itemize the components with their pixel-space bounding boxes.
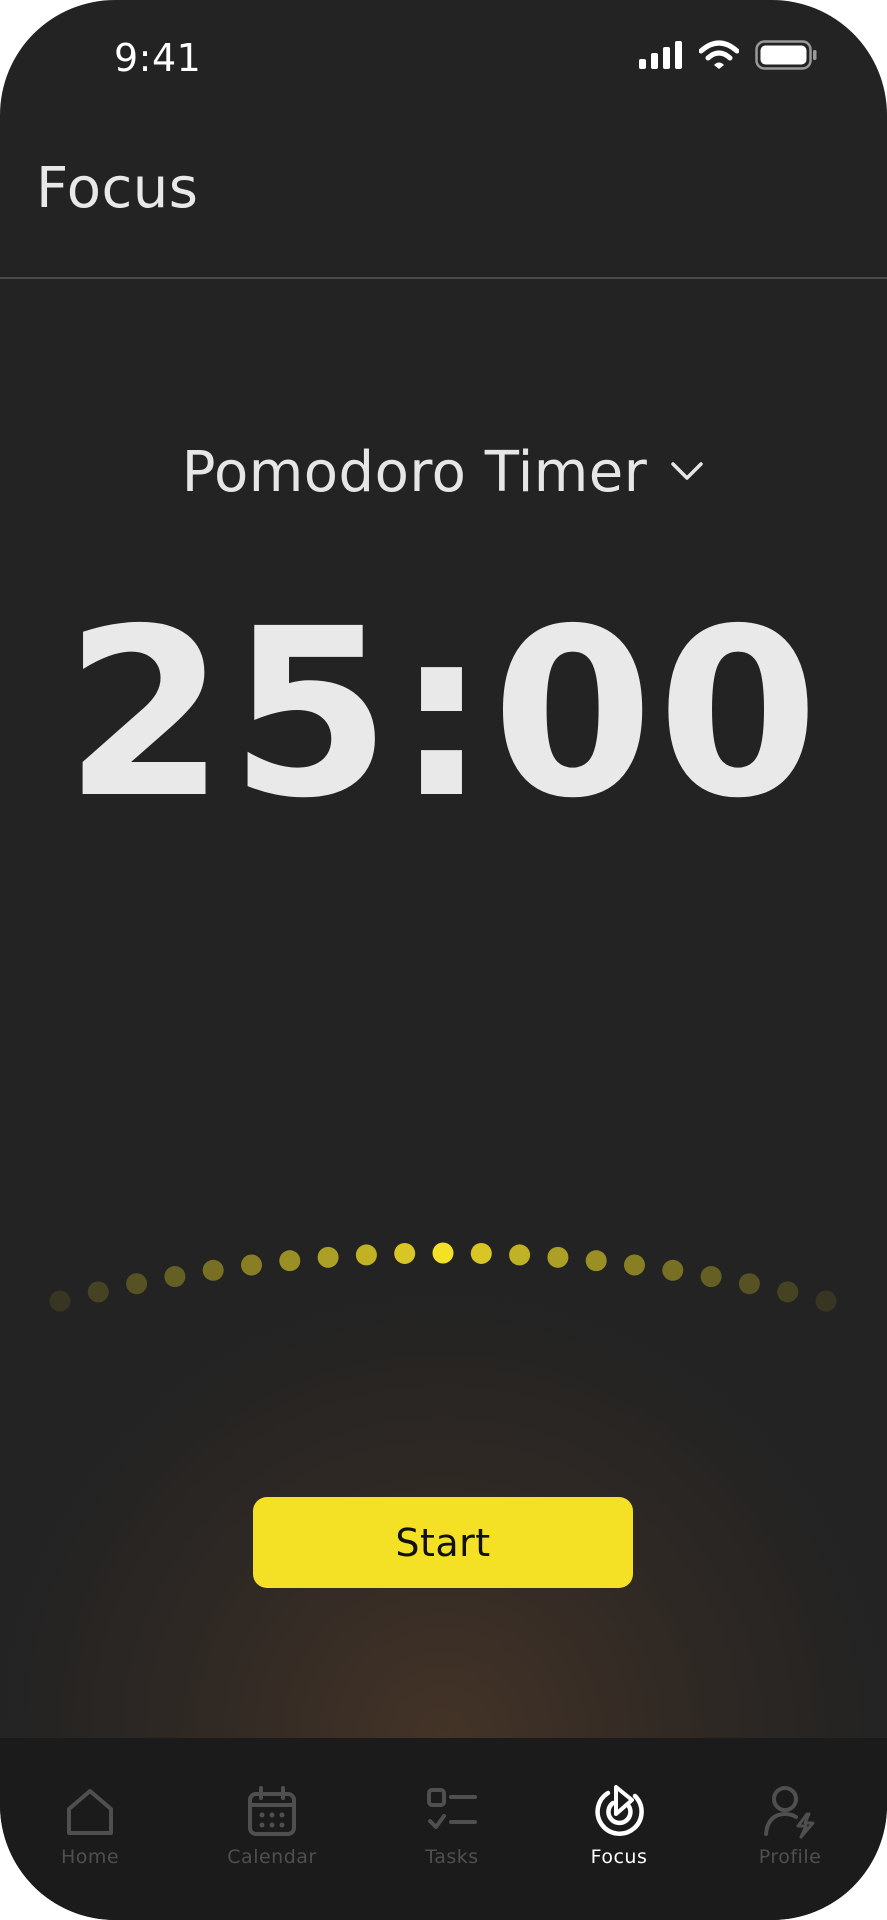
progress-dot: [164, 1266, 186, 1288]
start-button[interactable]: Start: [253, 1497, 633, 1588]
tab-tasks[interactable]: Tasks: [377, 1738, 527, 1878]
chevron-down-icon: [669, 459, 705, 487]
timer-mode-dropdown[interactable]: Pomodoro Timer: [0, 440, 887, 505]
progress-dot: [585, 1250, 607, 1272]
progress-dot: [815, 1290, 837, 1312]
signal-icon: [639, 41, 683, 73]
progress-dot: [241, 1254, 262, 1276]
page-title: Focus: [36, 156, 199, 221]
status-time: 9:41: [114, 36, 202, 80]
focus-icon: [591, 1784, 647, 1840]
tab-focus[interactable]: Focus: [544, 1738, 694, 1878]
progress-dot: [49, 1290, 71, 1312]
progress-dot: [394, 1242, 416, 1264]
calendar-icon: [244, 1784, 300, 1840]
phone-screen: 9:41 Focus Pomodoro Timer 25:00 Start Ho…: [0, 0, 887, 1920]
progress-dot: [202, 1259, 224, 1281]
tasks-icon: [424, 1784, 480, 1840]
progress-dot: [355, 1244, 377, 1266]
tab-home[interactable]: Home: [15, 1738, 165, 1878]
home-icon: [62, 1784, 118, 1840]
timer-mode-label: Pomodoro Timer: [181, 440, 648, 505]
progress-dot: [470, 1242, 492, 1264]
progress-dot: [432, 1242, 454, 1264]
tab-label-profile: Profile: [758, 1846, 822, 1868]
progress-dot: [700, 1266, 722, 1288]
tab-bar: Home Calendar Tasks Focus Profile: [0, 1738, 887, 1920]
background-glow: [0, 0, 887, 1738]
tab-label-calendar: Calendar: [227, 1846, 317, 1868]
tab-label-tasks: Tasks: [425, 1846, 479, 1868]
progress-dot: [547, 1246, 569, 1268]
progress-dot: [509, 1244, 531, 1266]
tab-label-focus: Focus: [590, 1846, 648, 1868]
progress-dot: [126, 1273, 148, 1295]
progress-dot: [279, 1250, 301, 1272]
profile-icon: [762, 1784, 818, 1840]
wifi-icon: [698, 40, 740, 74]
status-icons: [639, 40, 817, 74]
progress-dot: [87, 1281, 109, 1303]
timer-display: 25:00: [64, 579, 823, 849]
tab-calendar[interactable]: Calendar: [197, 1738, 347, 1878]
tab-label-home: Home: [60, 1846, 120, 1868]
progress-dots: [49, 1242, 837, 1312]
progress-dot: [738, 1273, 760, 1295]
battery-icon: [755, 40, 817, 74]
tab-profile[interactable]: Profile: [715, 1738, 865, 1878]
progress-dot: [624, 1254, 645, 1276]
header-divider: [0, 277, 887, 279]
progress-dot: [662, 1259, 684, 1281]
progress-dot: [317, 1246, 339, 1268]
progress-dot: [777, 1281, 799, 1303]
